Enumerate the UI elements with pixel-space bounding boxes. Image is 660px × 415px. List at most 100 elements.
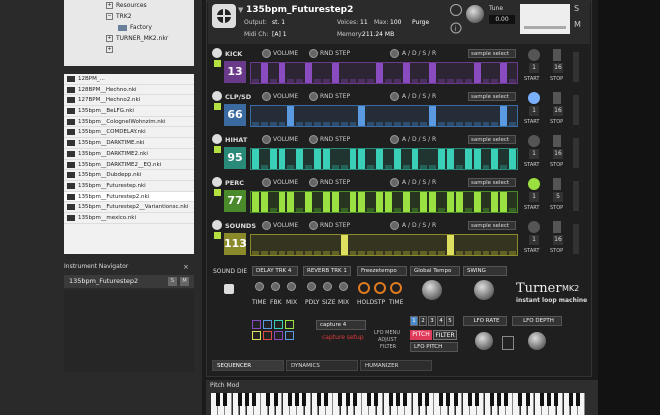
step-cell[interactable] xyxy=(438,79,446,83)
step-cell[interactable] xyxy=(411,149,419,169)
step-cell[interactable] xyxy=(349,251,357,255)
lfo-slot-button[interactable]: 4 xyxy=(437,316,445,326)
rnd-step-knob[interactable] xyxy=(309,135,318,144)
step-cell[interactable] xyxy=(429,165,437,169)
step-cell[interactable] xyxy=(455,122,463,126)
step-cell[interactable] xyxy=(260,165,268,169)
tree-item[interactable]: + xyxy=(64,44,194,55)
step-cell[interactable] xyxy=(509,251,516,255)
start-led[interactable] xyxy=(528,221,540,233)
step-cell[interactable] xyxy=(455,79,463,83)
black-key[interactable] xyxy=(266,393,271,406)
step-cell[interactable] xyxy=(464,122,472,126)
filter-button[interactable]: FILTER xyxy=(433,330,457,340)
step-cell[interactable] xyxy=(331,122,339,126)
reverb-pdly-knob[interactable] xyxy=(307,282,316,291)
step-cell[interactable] xyxy=(438,208,446,212)
track-active-led[interactable] xyxy=(214,60,221,67)
black-key[interactable] xyxy=(216,393,220,406)
step-cell[interactable] xyxy=(420,192,428,212)
step-cell[interactable] xyxy=(367,165,375,169)
file-list-item[interactable]: 128BPM__Hechno.nki xyxy=(64,85,194,96)
file-list-item[interactable]: 135bpm__mexico.nki xyxy=(64,213,194,224)
tab-humanizer[interactable]: HUMANIZER xyxy=(360,360,432,371)
stop-value[interactable]: 16 xyxy=(553,63,563,73)
expand-icon[interactable]: + xyxy=(106,2,113,9)
step-cell[interactable] xyxy=(420,251,428,255)
step-cell[interactable] xyxy=(464,251,472,255)
stop-slider[interactable] xyxy=(553,49,561,61)
step-cell[interactable] xyxy=(393,79,401,83)
expand-icon[interactable]: + xyxy=(106,46,113,53)
adsr-knob[interactable] xyxy=(390,49,399,58)
start-led[interactable] xyxy=(528,92,540,104)
step-cell[interactable] xyxy=(252,122,259,126)
step-cell[interactable] xyxy=(447,79,454,83)
step-cell[interactable] xyxy=(287,251,295,255)
capture-slot-button[interactable] xyxy=(274,320,283,329)
sample-select-dropdown[interactable]: sample select xyxy=(468,178,516,187)
file-list-item[interactable]: 12BPM_... xyxy=(64,74,194,85)
step-cell[interactable] xyxy=(314,251,321,255)
capture-slot-button[interactable] xyxy=(285,331,294,340)
step-cell[interactable] xyxy=(252,79,259,83)
sample-select-dropdown[interactable]: sample select xyxy=(468,221,516,230)
adsr-knob[interactable] xyxy=(390,92,399,101)
lfo-rate-knob[interactable] xyxy=(475,332,493,350)
step-cell[interactable] xyxy=(393,251,401,255)
step-cell[interactable] xyxy=(464,149,472,169)
step-cell[interactable] xyxy=(358,192,366,212)
track-icon[interactable] xyxy=(212,220,222,230)
step-cell[interactable] xyxy=(455,251,463,255)
file-list-item[interactable]: 135bpm__DARKTIME.nki xyxy=(64,138,194,149)
capture-slot-button[interactable] xyxy=(252,320,261,329)
black-key[interactable] xyxy=(388,393,393,406)
info-icon[interactable]: i xyxy=(450,22,462,34)
step-cell[interactable] xyxy=(367,208,375,212)
step-cell[interactable] xyxy=(385,122,392,126)
black-key[interactable] xyxy=(417,393,422,406)
stop-slider[interactable] xyxy=(553,178,561,190)
stop-value[interactable]: 16 xyxy=(553,106,563,116)
volume-knob[interactable] xyxy=(262,135,271,144)
step-cell[interactable] xyxy=(482,208,490,212)
folder-tree[interactable]: + Resources − TRK2 Factory + TURNER_MK2.nkr + xyxy=(64,0,194,66)
reverb-mix-knob[interactable] xyxy=(339,282,348,291)
step-cell[interactable] xyxy=(358,149,366,169)
step-cell[interactable] xyxy=(358,79,366,83)
step-cell[interactable] xyxy=(411,122,419,126)
step-cell[interactable] xyxy=(385,165,392,169)
delay-track-dropdown[interactable]: DELAY TRK 4 xyxy=(252,266,298,276)
dice-icon[interactable] xyxy=(224,284,234,294)
swing-knob[interactable] xyxy=(474,280,494,300)
start-value[interactable]: 1 xyxy=(529,235,539,245)
step-cell[interactable] xyxy=(278,251,286,255)
sample-select-dropdown[interactable]: sample select xyxy=(468,92,516,101)
step-cell[interactable] xyxy=(278,63,286,83)
step-cell[interactable] xyxy=(278,149,286,169)
step-cell[interactable] xyxy=(464,208,472,212)
step-cell[interactable] xyxy=(305,192,313,212)
swing-dropdown[interactable]: SWING xyxy=(463,266,507,276)
tab-dynamics[interactable]: DYNAMICS xyxy=(286,360,358,371)
start-value[interactable]: 1 xyxy=(529,192,539,202)
black-key[interactable] xyxy=(237,393,242,406)
step-sequencer[interactable] xyxy=(250,234,518,256)
step-cell[interactable] xyxy=(340,165,348,169)
step-cell[interactable] xyxy=(411,79,419,83)
step-cell[interactable] xyxy=(402,192,410,212)
reverb-size-knob[interactable] xyxy=(323,282,332,291)
track-icon[interactable] xyxy=(212,177,222,187)
step-cell[interactable] xyxy=(296,79,304,83)
step-cell[interactable] xyxy=(385,251,392,255)
track-icon[interactable] xyxy=(212,134,222,144)
black-key[interactable] xyxy=(288,393,292,406)
track-icon[interactable] xyxy=(212,48,222,58)
step-cell[interactable] xyxy=(376,149,383,169)
track-value-box[interactable]: 77 xyxy=(224,190,246,212)
track-active-led[interactable] xyxy=(214,189,221,196)
step-cell[interactable] xyxy=(331,63,339,83)
file-list-item[interactable]: 135bpm__Futurestep.nki xyxy=(64,181,194,192)
step-cell[interactable] xyxy=(287,165,295,169)
step-cell[interactable] xyxy=(491,192,499,212)
